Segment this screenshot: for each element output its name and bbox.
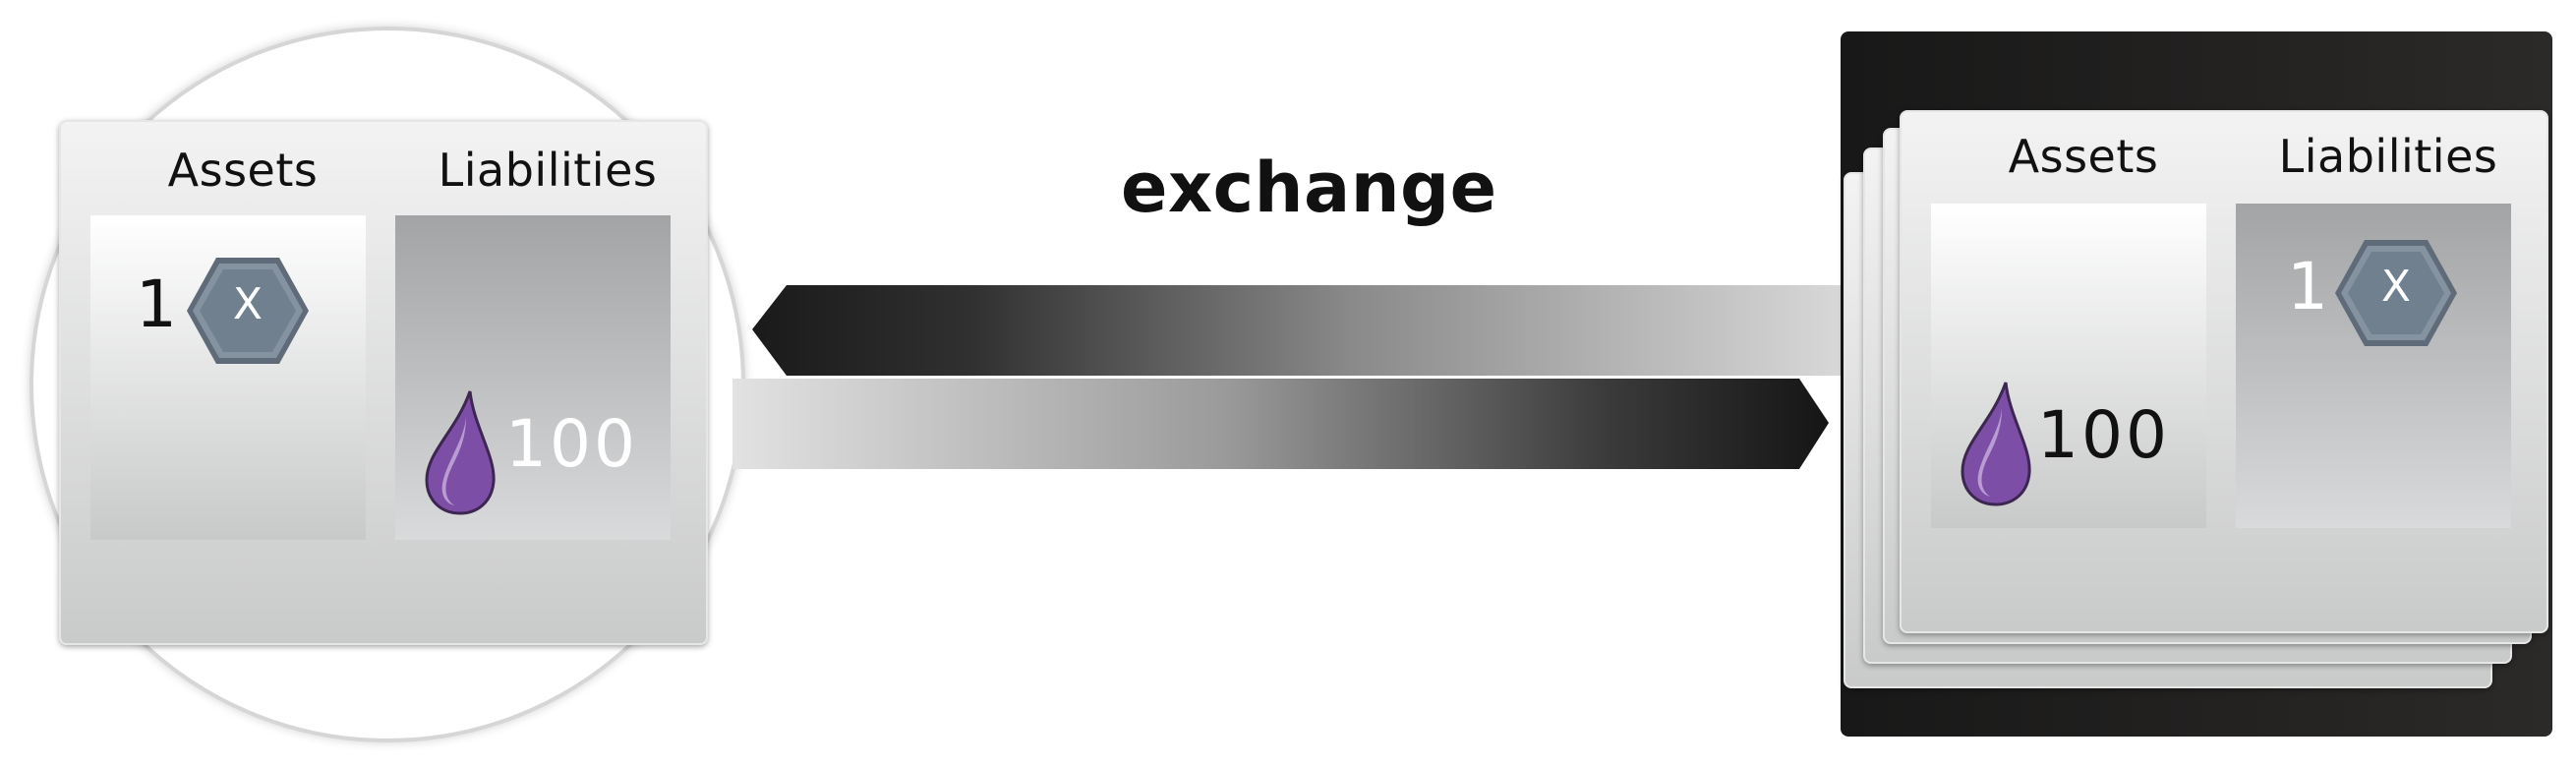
right-liabilities-header: Liabilities <box>2278 130 2498 183</box>
right-assets-panel: 100 <box>1931 204 2206 528</box>
right-liability-count: 1 <box>2287 249 2328 325</box>
right-balance-sheet: Assets Liabilities 100 1 X <box>1900 110 2548 633</box>
right-liabilities-panel: 1 X <box>2236 204 2511 528</box>
arrow-right <box>732 379 1829 469</box>
right-assets-header: Assets <box>2008 130 2159 183</box>
arrow-left <box>752 285 1844 376</box>
right-liability-token-label: X <box>2380 262 2412 312</box>
purple-drop-icon <box>1961 382 2031 506</box>
right-asset-amount: 100 <box>2037 397 2170 473</box>
